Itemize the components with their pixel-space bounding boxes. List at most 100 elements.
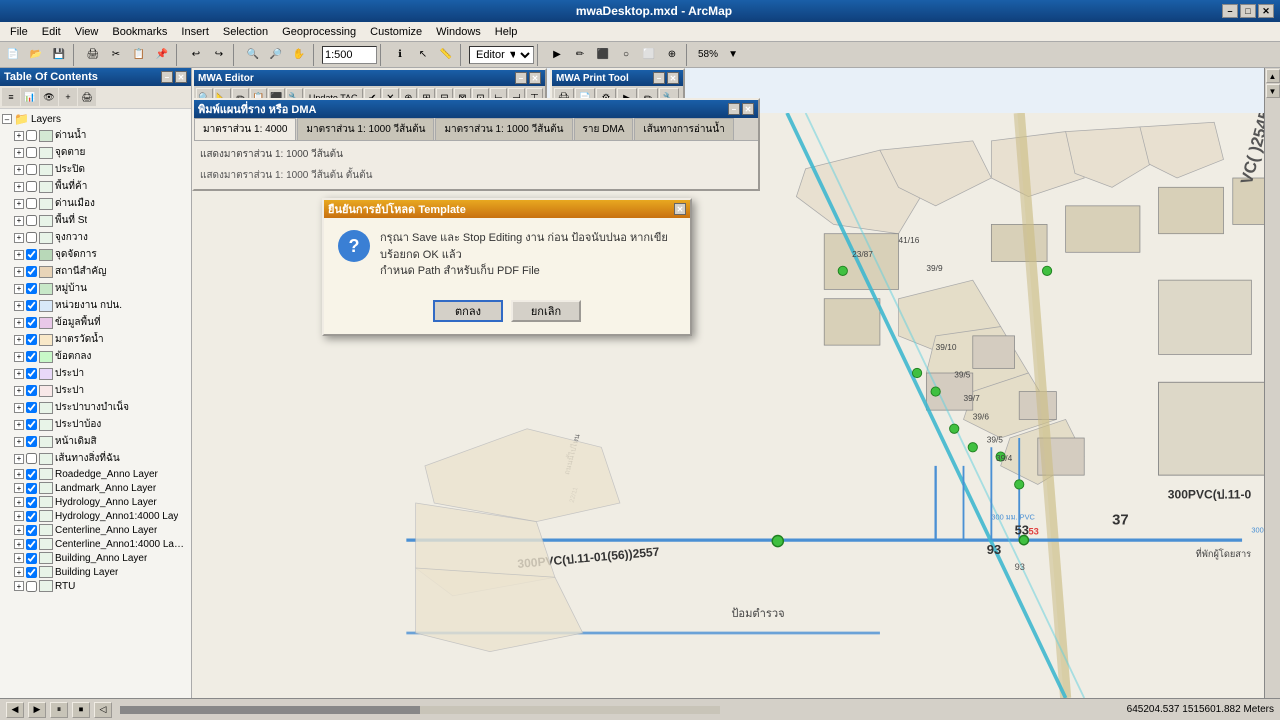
- mwa-editor-minimize[interactable]: –: [515, 72, 527, 84]
- expand-icon[interactable]: +: [14, 352, 24, 362]
- tb-pan[interactable]: ✋: [288, 44, 310, 66]
- layer-checkbox[interactable]: [26, 283, 37, 294]
- toc-layers-folder[interactable]: – 📁 Layers: [2, 111, 189, 127]
- expand-icon[interactable]: +: [14, 216, 24, 226]
- minimize-button[interactable]: –: [1222, 4, 1238, 18]
- tb-zoom-in[interactable]: 🔍: [242, 44, 264, 66]
- print-tab-route[interactable]: เส้นทางการอ่านน้ำ: [634, 118, 733, 140]
- layer-checkbox[interactable]: [26, 249, 37, 260]
- tb-tool2[interactable]: ✏: [569, 44, 591, 66]
- tb-copy[interactable]: 📋: [128, 44, 150, 66]
- toc-list-view[interactable]: ≡: [2, 88, 20, 106]
- menu-customize[interactable]: Customize: [364, 24, 428, 40]
- layer-checkbox[interactable]: [26, 130, 37, 141]
- layer-checkbox[interactable]: [26, 497, 37, 508]
- expand-icon[interactable]: +: [14, 525, 24, 535]
- expand-icon[interactable]: +: [14, 511, 24, 521]
- layer-checkbox[interactable]: [26, 525, 37, 536]
- layer-checkbox[interactable]: [26, 181, 37, 192]
- print-tab-1000-2[interactable]: มาตราส่วน 1: 1000 วีส้นต้น: [435, 118, 572, 140]
- layer-checkbox[interactable]: [26, 453, 37, 464]
- toc-source-view[interactable]: 📊: [21, 88, 39, 106]
- status-nav-next[interactable]: ▶: [28, 702, 46, 718]
- expand-icon[interactable]: +: [14, 284, 24, 294]
- expand-icon[interactable]: +: [14, 539, 24, 549]
- expand-icon[interactable]: +: [14, 250, 24, 260]
- tb-open[interactable]: 📂: [25, 44, 47, 66]
- layer-checkbox[interactable]: [26, 469, 37, 480]
- layer-checkbox[interactable]: [26, 402, 37, 413]
- menu-bookmarks[interactable]: Bookmarks: [106, 24, 173, 40]
- expand-icon[interactable]: +: [14, 148, 24, 158]
- expand-icon[interactable]: +: [14, 233, 24, 243]
- confirm-cancel-button[interactable]: ยกเลิก: [511, 300, 581, 322]
- toc-close[interactable]: ✕: [175, 71, 187, 83]
- map-scrollbar-vertical[interactable]: ▲ ▼: [1264, 68, 1280, 698]
- scale-input[interactable]: [322, 46, 377, 64]
- layer-checkbox[interactable]: [26, 215, 37, 226]
- layer-checkbox[interactable]: [26, 483, 37, 494]
- tb-tool4[interactable]: ○: [615, 44, 637, 66]
- expand-icon[interactable]: +: [14, 131, 24, 141]
- print-dialog-minimize[interactable]: –: [728, 103, 740, 115]
- tb-print[interactable]: 🖨: [82, 44, 104, 66]
- layer-checkbox[interactable]: [26, 266, 37, 277]
- layer-checkbox[interactable]: [26, 317, 37, 328]
- expand-icon[interactable]: +: [14, 581, 24, 591]
- print-tab-dma[interactable]: ราย DMA: [574, 118, 634, 140]
- tb-undo[interactable]: ↩: [185, 44, 207, 66]
- expand-icon[interactable]: +: [14, 267, 24, 277]
- status-pause[interactable]: ⏸: [50, 702, 68, 718]
- toc-visibility[interactable]: 👁: [40, 88, 58, 106]
- expand-icon[interactable]: +: [14, 386, 24, 396]
- layer-checkbox[interactable]: [26, 334, 37, 345]
- layer-checkbox[interactable]: [26, 581, 37, 592]
- menu-view[interactable]: View: [69, 24, 105, 40]
- layer-checkbox[interactable]: [26, 419, 37, 430]
- print-tab-1000-1[interactable]: มาตราส่วน 1: 1000 วีส้นต้น: [297, 118, 434, 140]
- mwa-print-minimize[interactable]: –: [653, 72, 665, 84]
- tb-redo[interactable]: ↪: [208, 44, 230, 66]
- layer-checkbox[interactable]: [26, 511, 37, 522]
- layer-checkbox[interactable]: [26, 553, 37, 564]
- tb-tool3[interactable]: ⬛: [592, 44, 614, 66]
- layer-checkbox[interactable]: [26, 351, 37, 362]
- expand-icon[interactable]: +: [14, 182, 24, 192]
- expand-icon[interactable]: +: [14, 567, 24, 577]
- editor-dropdown[interactable]: Editor ▼: [469, 46, 534, 64]
- layer-checkbox[interactable]: [26, 567, 37, 578]
- toc-expand-layers[interactable]: –: [2, 114, 12, 124]
- confirm-close[interactable]: ✕: [674, 203, 686, 215]
- menu-insert[interactable]: Insert: [175, 24, 215, 40]
- layer-checkbox[interactable]: [26, 539, 37, 550]
- tb-select[interactable]: ↖: [412, 44, 434, 66]
- menu-edit[interactable]: Edit: [36, 24, 67, 40]
- layer-checkbox[interactable]: [26, 232, 37, 243]
- status-nav-prev[interactable]: ◀: [6, 702, 24, 718]
- layer-checkbox[interactable]: [26, 436, 37, 447]
- expand-icon[interactable]: +: [14, 437, 24, 447]
- status-info[interactable]: ◁: [94, 702, 112, 718]
- tb-measure[interactable]: 📏: [435, 44, 457, 66]
- expand-icon[interactable]: +: [14, 301, 24, 311]
- tb-cut[interactable]: ✂: [105, 44, 127, 66]
- toc-minimize[interactable]: –: [161, 71, 173, 83]
- map-area[interactable]: MWA Editor – ✕ 🔍 📐 ✏ 📋 ⬛ 🔧 Update TAG ✔ …: [192, 68, 1280, 698]
- menu-help[interactable]: Help: [489, 24, 524, 40]
- layer-checkbox[interactable]: [26, 300, 37, 311]
- confirm-ok-button[interactable]: ตกลง: [433, 300, 503, 322]
- tb-zoom-out[interactable]: 🔎: [265, 44, 287, 66]
- expand-icon[interactable]: +: [14, 469, 24, 479]
- print-dialog-close[interactable]: ✕: [742, 103, 754, 115]
- layer-checkbox[interactable]: [26, 164, 37, 175]
- expand-icon[interactable]: +: [14, 497, 24, 507]
- expand-icon[interactable]: +: [14, 369, 24, 379]
- print-tab-4000[interactable]: มาตราส่วน 1: 4000: [194, 118, 296, 140]
- menu-geoprocessing[interactable]: Geoprocessing: [276, 24, 362, 40]
- expand-icon[interactable]: +: [14, 403, 24, 413]
- expand-icon[interactable]: +: [14, 335, 24, 345]
- toc-printer[interactable]: 🖨: [78, 88, 96, 106]
- maximize-button[interactable]: □: [1240, 4, 1256, 18]
- expand-icon[interactable]: +: [14, 420, 24, 430]
- layer-checkbox[interactable]: [26, 368, 37, 379]
